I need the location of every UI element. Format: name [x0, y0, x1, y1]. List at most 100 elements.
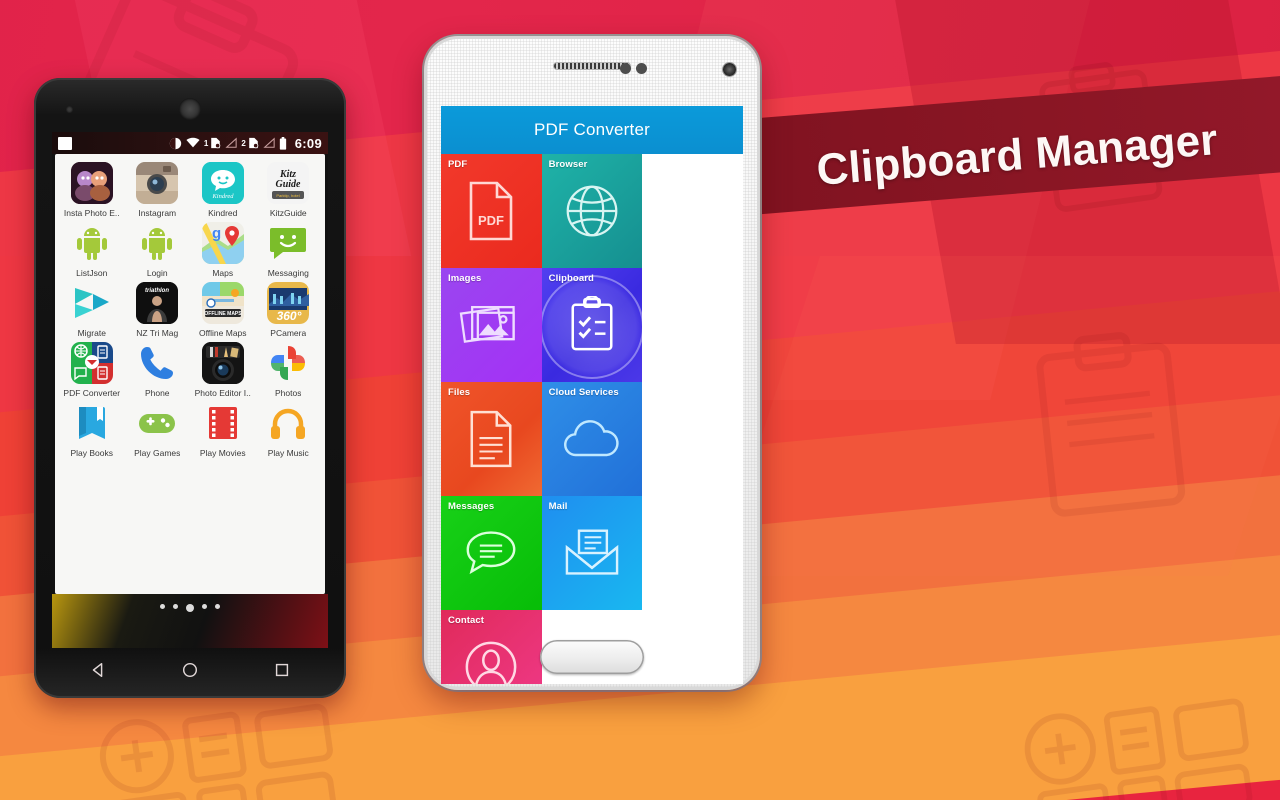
- app-label: Photos: [275, 388, 302, 398]
- pcamera-360-icon: 360°: [267, 282, 310, 324]
- app-item-maps[interactable]: g Maps: [190, 222, 256, 278]
- app-label: KitzGuide: [269, 208, 307, 218]
- app-item-kindred[interactable]: Kindred Kindred: [190, 162, 256, 218]
- triathlon-icon: triathlon: [136, 282, 179, 324]
- app-item-messaging[interactable]: Messaging: [256, 222, 322, 278]
- app-row: Insta Photo E.. Instagram Kindred Kindre…: [59, 162, 321, 222]
- left-phone-device: 1 2 6:09 Insta Photo E.. Instagram Kindr…: [34, 78, 346, 698]
- app-label: PDF Converter: [63, 388, 121, 398]
- svg-text:OFFLINE MAPS: OFFLINE MAPS: [204, 311, 242, 317]
- offline-maps-icon: OFFLINE MAPS: [201, 282, 244, 324]
- photo-editor-icon: [201, 342, 244, 384]
- phone-icon: [136, 342, 178, 384]
- app-label: Insta Photo E..: [63, 208, 120, 218]
- signal-icon: [225, 137, 237, 149]
- app-item-kitzguide[interactable]: Kitz Guide Parktip, hotel KitzGuide: [256, 162, 322, 218]
- play-games-icon: [136, 402, 178, 444]
- kindred-icon: Kindred: [201, 162, 244, 204]
- right-phone-device: PDF Converter PDF PDF Browser Images Cli…: [424, 36, 760, 690]
- app-item-offline-maps[interactable]: OFFLINE MAPS Offline Maps: [190, 282, 256, 338]
- wifi-icon: [186, 137, 200, 149]
- document-icon: [441, 382, 542, 496]
- sim1-label: 1: [203, 138, 209, 148]
- tile-cloud-services[interactable]: Cloud Services: [541, 382, 643, 496]
- page-dot[interactable]: [215, 604, 220, 609]
- left-phone-navigation-bar: [52, 648, 328, 696]
- tile-mail[interactable]: Mail: [541, 496, 643, 610]
- app-item-pdf-converter[interactable]: PDF Converter: [59, 342, 125, 398]
- page-indicator-dots[interactable]: [160, 604, 220, 612]
- app-item-listjson[interactable]: ListJson: [59, 222, 125, 278]
- app-item-play-movies[interactable]: Play Movies: [190, 402, 256, 458]
- sim2-indicator: 2: [241, 137, 259, 149]
- chat-bubble-icon: [441, 496, 542, 610]
- kitzguide-icon: Kitz Guide Parktip, hotel: [267, 162, 310, 204]
- app-row: PDF Converter Phone Photo Editor I.. Pho…: [59, 342, 321, 402]
- battery-icon: [279, 136, 287, 150]
- app-item-login[interactable]: Login: [125, 222, 191, 278]
- migrate-icon: [71, 282, 113, 324]
- tile-files[interactable]: Files: [441, 382, 542, 496]
- app-item-nz-tri-mag[interactable]: triathlon NZ Tri Mag: [125, 282, 191, 338]
- page-dot[interactable]: [202, 604, 207, 609]
- right-phone-screen: PDF Converter PDF PDF Browser Images Cli…: [441, 106, 743, 684]
- messaging-icon: [267, 222, 309, 264]
- page-dot-active[interactable]: [186, 604, 194, 612]
- pdf-converter-icon: [70, 342, 113, 384]
- instagram-icon: [136, 162, 179, 204]
- tile-messages[interactable]: Messages: [441, 496, 542, 610]
- app-label: Play Games: [134, 448, 181, 458]
- android-robot-icon: [71, 222, 113, 264]
- app-item-photos[interactable]: Photos: [256, 342, 322, 398]
- tile-pdf[interactable]: PDF PDF: [441, 154, 542, 268]
- recents-icon[interactable]: [273, 661, 291, 684]
- page-dot[interactable]: [160, 604, 165, 609]
- app-item-play-books[interactable]: Play Books: [59, 402, 125, 458]
- physical-home-button[interactable]: [540, 640, 644, 674]
- tile-images[interactable]: Images: [441, 268, 542, 382]
- play-books-icon: [71, 402, 113, 444]
- dnd-icon: [169, 137, 182, 150]
- app-item-photo-editor[interactable]: Photo Editor I..: [190, 342, 256, 398]
- android-robot-icon: [136, 222, 178, 264]
- app-label: Maps: [212, 268, 234, 278]
- app-bar-title: PDF Converter: [534, 120, 650, 139]
- svg-text:g: g: [212, 225, 221, 242]
- app-label: Messaging: [267, 268, 309, 278]
- tile-browser[interactable]: Browser: [541, 154, 643, 268]
- app-item-play-music[interactable]: Play Music: [256, 402, 322, 458]
- svg-text:PDF: PDF: [478, 213, 504, 228]
- app-row: Migrate triathlon NZ Tri Mag OFFLINE MAP…: [59, 282, 321, 342]
- tile-clipboard[interactable]: Clipboard: [541, 268, 643, 382]
- status-left-block-icon: [58, 136, 72, 150]
- app-item-phone[interactable]: Phone: [125, 342, 191, 398]
- app-label: Photo Editor I..: [194, 388, 251, 398]
- app-label: Offline Maps: [198, 328, 247, 338]
- tile-contact[interactable]: Contact: [441, 610, 542, 684]
- sim1-indicator: 1: [204, 137, 221, 149]
- app-item-migrate[interactable]: Migrate: [59, 282, 125, 338]
- home-icon[interactable]: [181, 661, 199, 684]
- app-item-pcamera[interactable]: 360° PCamera: [256, 282, 322, 338]
- back-icon[interactable]: [89, 661, 107, 684]
- proximity-sensor-icon: [620, 63, 631, 74]
- google-maps-icon: g: [201, 222, 244, 264]
- app-label: Login: [146, 268, 168, 278]
- app-item-insta-photo-editor[interactable]: Insta Photo E..: [59, 162, 125, 218]
- svg-text:Parktip, hotel: Parktip, hotel: [277, 193, 300, 198]
- app-row: Play Books Play Games Play Movies Play M…: [59, 402, 321, 462]
- front-camera-icon: [66, 106, 73, 113]
- app-label: Phone: [144, 388, 170, 398]
- app-label: Play Movies: [199, 448, 246, 458]
- svg-text:triathlon: triathlon: [145, 288, 169, 294]
- app-item-instagram[interactable]: Instagram: [125, 162, 191, 218]
- app-label: Play Music: [267, 448, 309, 458]
- pdf-file-icon: PDF: [441, 154, 542, 268]
- page-dot[interactable]: [173, 604, 178, 609]
- svg-text:360°: 360°: [277, 309, 302, 323]
- app-label: PCamera: [270, 328, 307, 338]
- status-bar-time: 6:09: [294, 135, 322, 151]
- app-drawer[interactable]: Insta Photo E.. Instagram Kindred Kindre…: [55, 154, 325, 594]
- app-item-play-games[interactable]: Play Games: [125, 402, 191, 458]
- tile-grid: PDF PDF Browser Images Clipboard Files C…: [441, 154, 743, 684]
